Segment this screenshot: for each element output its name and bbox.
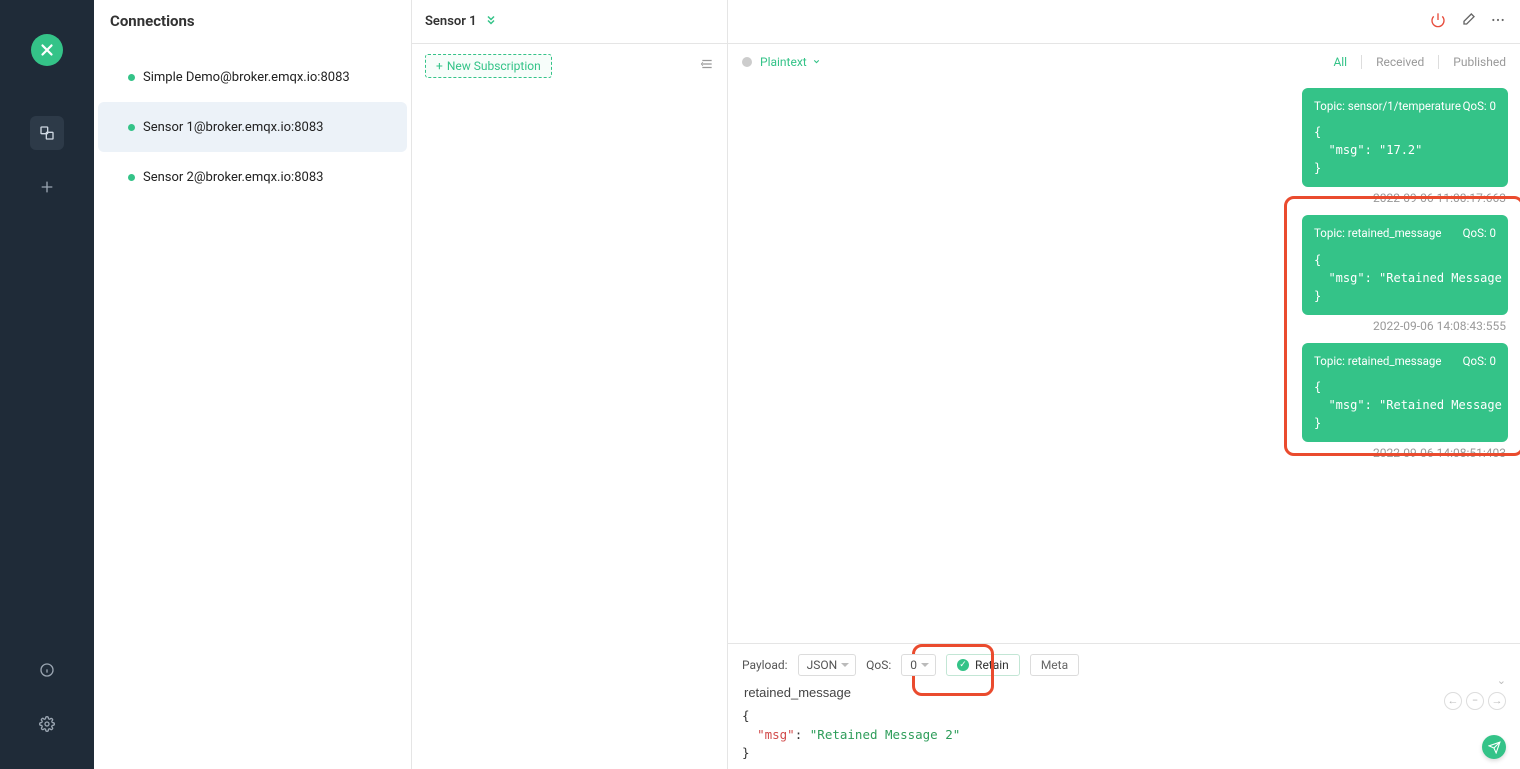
meta-button[interactable]: Meta — [1030, 654, 1079, 676]
tab-all[interactable]: All — [1333, 55, 1347, 69]
connections-title: Connections — [110, 12, 395, 30]
connection-title: Sensor 1 — [425, 14, 477, 29]
retain-toggle[interactable]: ✓ Retain — [946, 654, 1020, 676]
online-dot-icon — [128, 74, 135, 81]
online-dot-icon — [128, 124, 135, 131]
expand-connection-icon[interactable] — [485, 14, 497, 30]
message-bubble[interactable]: Topic: retained_message QoS: 0 { "msg": "R… — [1302, 215, 1508, 314]
retain-check-icon: ✓ — [957, 659, 969, 671]
app-rail — [0, 0, 94, 769]
topic-input[interactable] — [742, 684, 1506, 701]
rail-info-icon[interactable] — [30, 653, 64, 687]
message-bubble[interactable]: Topic: sensor/1/temperatureQoS: 0 { "msg"… — [1302, 88, 1508, 187]
plus-icon: + — [436, 59, 443, 73]
qos-select[interactable]: 0 — [901, 654, 936, 676]
message-body: { "msg": "Retained Message 2" } — [1314, 378, 1496, 432]
new-subscription-button[interactable]: + New Subscription — [425, 54, 552, 78]
encoding-label: Plaintext — [760, 55, 807, 69]
publish-panel: Payload: JSON QoS: 0 ✓ Retain Meta ⌄ ← −… — [728, 643, 1520, 769]
message-row: Topic: sensor/1/temperatureQoS: 0 { "msg"… — [740, 88, 1508, 187]
message-filterbar: Plaintext All Received Published — [728, 44, 1520, 80]
tab-received[interactable]: Received — [1376, 55, 1424, 69]
tab-published[interactable]: Published — [1453, 55, 1506, 69]
online-dot-icon — [128, 174, 135, 181]
message-topic: Topic: retained_message — [1314, 225, 1441, 242]
app-logo — [31, 34, 63, 66]
rail-connections-icon[interactable] — [30, 116, 64, 150]
status-dot-icon — [742, 57, 752, 67]
retain-label: Retain — [975, 658, 1009, 672]
payload-format-select[interactable]: JSON — [798, 654, 857, 676]
message-timestamp: 2022-09-06 14:08:51:403 — [740, 446, 1506, 460]
message-topic: Topic: sensor/1/temperature — [1314, 98, 1461, 115]
more-icon[interactable] — [1490, 12, 1506, 32]
center-panel: Sensor 1 + New Subscription — [412, 0, 728, 769]
message-row: Topic: retained_message QoS: 0 { "msg": "R… — [740, 215, 1508, 314]
connection-item[interactable]: Sensor 2@broker.emqx.io:8083 — [98, 152, 407, 202]
expand-topic-icon[interactable]: ⌄ — [1497, 674, 1506, 687]
encoding-selector[interactable]: Plaintext — [760, 55, 821, 69]
connection-label: Simple Demo@broker.emqx.io:8083 — [143, 70, 350, 85]
message-topbar — [728, 0, 1520, 44]
payload-label: Payload: — [742, 658, 788, 672]
message-qos: QoS: 0 — [1463, 353, 1496, 370]
message-qos: QoS: 0 — [1463, 225, 1496, 242]
center-topbar: Sensor 1 — [412, 0, 727, 44]
edit-icon[interactable] — [1460, 12, 1476, 32]
message-bubble[interactable]: Topic: retained_message QoS: 0 { "msg": "R… — [1302, 343, 1508, 442]
payload-editor[interactable]: { "msg": "Retained Message 2" } — [742, 707, 1506, 763]
right-panel: Plaintext All Received Published Topic: … — [728, 0, 1520, 769]
message-body: { "msg": "17.2" } — [1314, 123, 1496, 177]
message-timestamp: 2022-09-06 14:08:43:555 — [740, 319, 1506, 333]
connection-item[interactable]: Sensor 1@broker.emqx.io:8083 — [98, 102, 407, 152]
history-minus-icon[interactable]: − — [1466, 692, 1484, 710]
qos-label: QoS: — [866, 658, 891, 672]
disconnect-icon[interactable] — [1430, 12, 1446, 32]
messages-list: Topic: sensor/1/temperatureQoS: 0{ "msg"… — [728, 80, 1520, 643]
new-subscription-label: New Subscription — [447, 59, 541, 73]
connections-panel: Connections Simple Demo@broker.emqx.io:8… — [94, 0, 412, 769]
message-row: Topic: retained_message QoS: 0 { "msg": "R… — [740, 343, 1508, 442]
message-qos: QoS: 0 — [1463, 98, 1496, 115]
collapse-subscriptions-icon[interactable] — [700, 57, 714, 75]
rail-settings-icon[interactable] — [30, 707, 64, 741]
message-body: { "msg": "Retained Message 1" } — [1314, 251, 1496, 305]
connection-label: Sensor 2@broker.emqx.io:8083 — [143, 170, 323, 185]
rail-new-icon[interactable] — [30, 170, 64, 204]
connection-item[interactable]: Simple Demo@broker.emqx.io:8083 — [98, 52, 407, 102]
history-prev-icon[interactable]: ← — [1444, 692, 1462, 710]
send-button[interactable] — [1482, 735, 1506, 759]
connection-label: Sensor 1@broker.emqx.io:8083 — [143, 120, 323, 135]
history-next-icon[interactable]: → — [1488, 692, 1506, 710]
message-topic: Topic: retained_message — [1314, 353, 1441, 370]
message-timestamp: 2022-09-06 11:00:17:663 — [740, 191, 1506, 205]
